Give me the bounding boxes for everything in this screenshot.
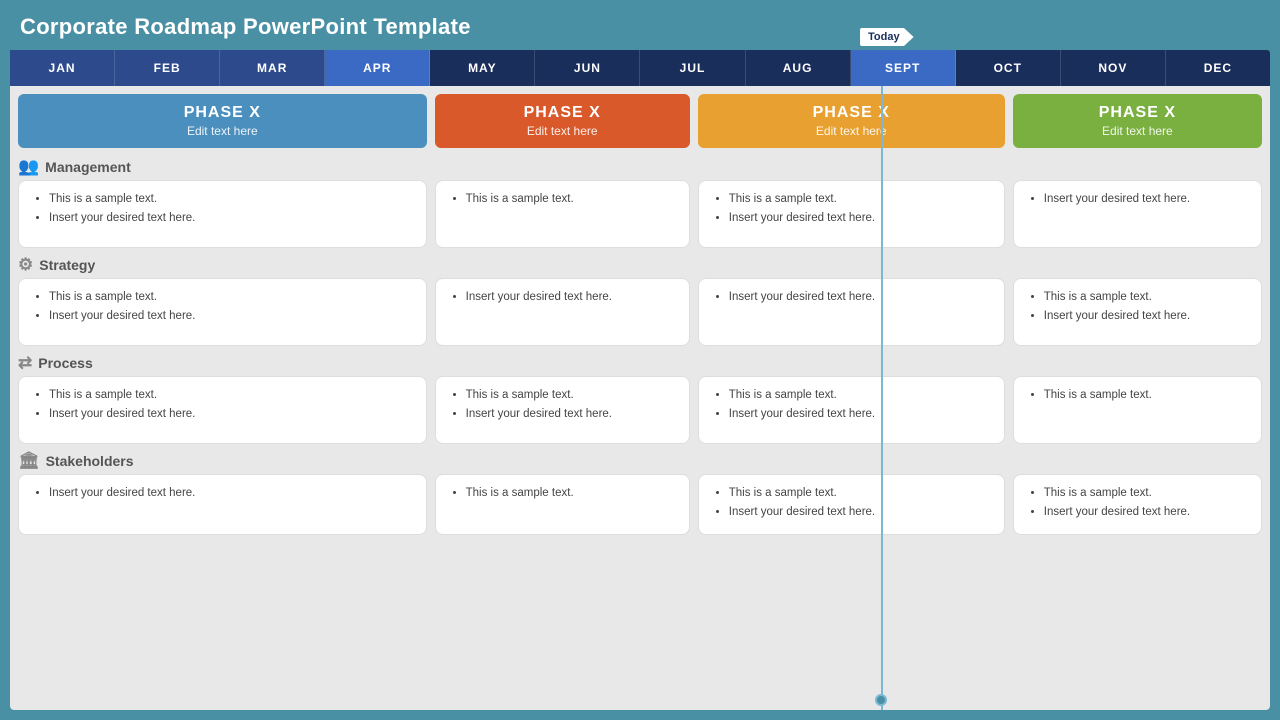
stakeholders-cards: Insert your desired text here. This is a… [18,474,1262,535]
management-icon: 👥 [18,157,39,177]
stakeholders-card-3: This is a sample text.Insert your desire… [698,474,1005,535]
strategy-card-2: Insert your desired text here. [435,278,690,346]
strategy-header: ⚙ Strategy [18,252,1262,278]
management-card-3: This is a sample text.Insert your desire… [698,180,1005,248]
management-section: 👥 Management This is a sample text. Inser… [10,152,1270,250]
process-cards: This is a sample text.Insert your desire… [18,376,1262,444]
month-dec: DEC [1166,50,1270,86]
process-card-1: This is a sample text.Insert your desire… [18,376,427,444]
content-area: PHASE X Edit text here PHASE X Edit text… [10,86,1270,710]
management-card-1: This is a sample text.Insert your desire… [18,180,427,248]
month-jun: JUN [535,50,640,86]
stakeholders-card-2: This is a sample text. [435,474,690,535]
strategy-card-1: This is a sample text.Insert your desire… [18,278,427,346]
page-title: Corporate Roadmap PowerPoint Template [0,0,1280,50]
month-oct: OCT [956,50,1061,86]
process-card-3: This is a sample text.Insert your desire… [698,376,1005,444]
management-header: 👥 Management [18,154,1262,180]
process-section: ⇄ Process This is a sample text.Insert y… [10,348,1270,446]
stakeholders-header: 🏛 Stakeholders [18,448,1262,474]
strategy-cards: This is a sample text.Insert your desire… [18,278,1262,346]
strategy-card-4: This is a sample text.Insert your desire… [1013,278,1262,346]
month-sept: SEPT [851,50,956,86]
month-nov: NOV [1061,50,1166,86]
stakeholders-card-1: Insert your desired text here. [18,474,427,535]
month-jul: JUL [640,50,745,86]
process-icon: ⇄ [18,353,32,373]
today-pin [875,694,887,706]
phase-row: PHASE X Edit text here PHASE X Edit text… [10,86,1270,152]
month-feb: FEB [115,50,220,86]
timeline-header: JAN FEB MAR APR MAY JUN JUL AUG SEPT OCT… [10,50,1270,86]
phase-block-4[interactable]: PHASE X Edit text here [1013,94,1262,148]
today-flag-label: Today [860,28,914,46]
management-card-4: Insert your desired text here. [1013,180,1262,248]
month-aug: AUG [746,50,851,86]
strategy-section: ⚙ Strategy This is a sample text.Insert … [10,250,1270,348]
stakeholders-icon: 🏛 [18,451,40,471]
month-apr: APR [325,50,430,86]
phase-block-2[interactable]: PHASE X Edit text here [435,94,690,148]
month-may: MAY [430,50,535,86]
today-flag: Today [860,28,914,46]
process-header: ⇄ Process [18,350,1262,376]
month-jan: JAN [10,50,115,86]
stakeholders-section: 🏛 Stakeholders Insert your desired text … [10,446,1270,537]
strategy-card-3: Insert your desired text here. [698,278,1005,346]
strategy-icon: ⚙ [18,255,33,275]
phase-block-3[interactable]: PHASE X Edit text here [698,94,1005,148]
today-line [881,86,883,710]
process-card-2: This is a sample text.Insert your desire… [435,376,690,444]
main-container: Corporate Roadmap PowerPoint Template To… [0,0,1280,720]
management-card-2: This is a sample text. [435,180,690,248]
process-card-4: This is a sample text. [1013,376,1262,444]
stakeholders-card-4: This is a sample text.Insert your desire… [1013,474,1262,535]
management-cards: This is a sample text. Insert your desire… [18,180,1262,248]
month-mar: MAR [220,50,325,86]
phase-block-1[interactable]: PHASE X Edit text here [18,94,427,148]
